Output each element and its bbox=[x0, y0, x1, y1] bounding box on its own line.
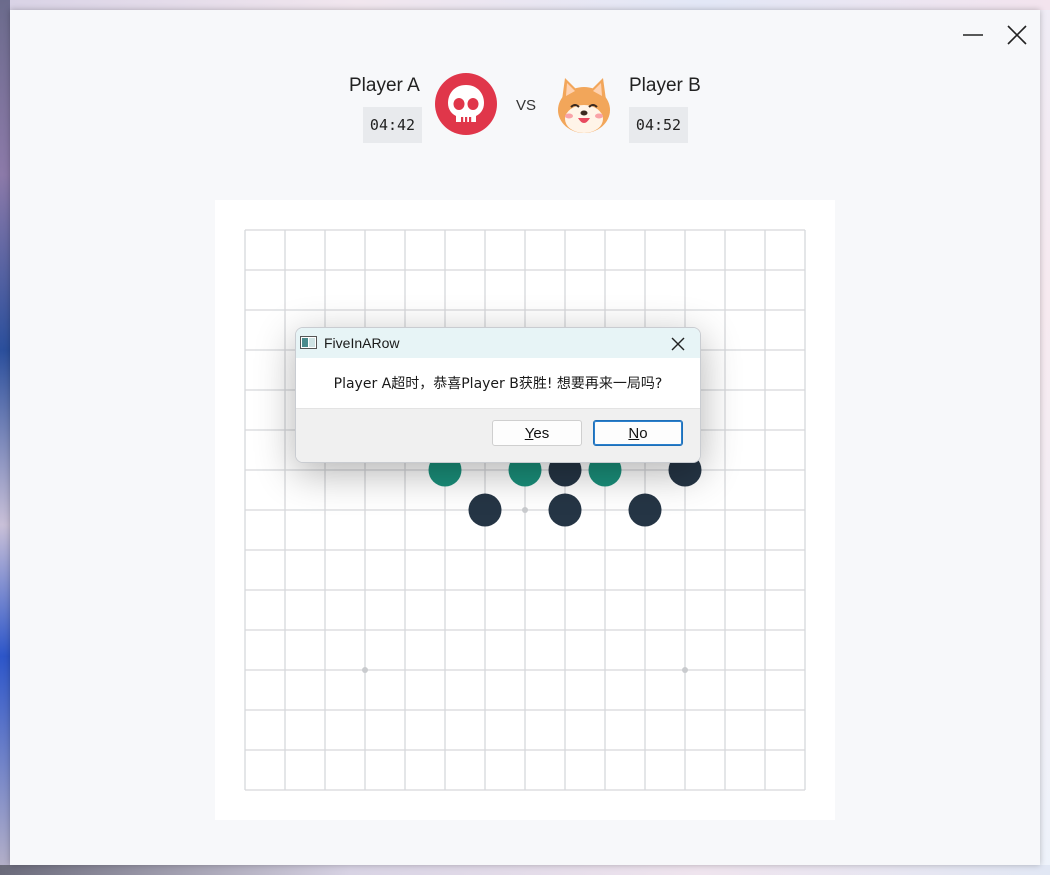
player-b-timer: 04:52 bbox=[629, 107, 688, 143]
star-point bbox=[682, 667, 688, 673]
star-point bbox=[522, 507, 528, 513]
no-button-label: No bbox=[628, 424, 648, 442]
dark-stone bbox=[548, 493, 582, 527]
close-icon bbox=[671, 337, 685, 351]
dialog-button-bar: Yes No bbox=[296, 408, 700, 462]
dark-stone bbox=[628, 493, 662, 527]
shiba-dog-avatar-icon bbox=[558, 78, 610, 133]
close-button[interactable] bbox=[1004, 22, 1030, 48]
red-skull-avatar-icon bbox=[435, 73, 497, 135]
minimize-icon bbox=[963, 34, 983, 36]
player-b-name: Player B bbox=[629, 75, 701, 96]
dialog-close-button[interactable] bbox=[667, 333, 689, 355]
game-over-dialog: FiveInARow Player A超时，恭喜Player B获胜! 想要再来… bbox=[295, 327, 701, 463]
desktop-background-bottom bbox=[0, 865, 1050, 875]
dark-stone bbox=[468, 493, 502, 527]
dialog-message: Player A超时，恭喜Player B获胜! 想要再来一局吗? bbox=[333, 376, 663, 392]
yes-button-label: Yes bbox=[524, 424, 550, 442]
game-board-panel bbox=[215, 200, 835, 820]
dialog-titlebar: FiveInARow bbox=[296, 328, 700, 358]
desktop-background-strip bbox=[0, 0, 10, 875]
yes-button[interactable]: Yes bbox=[492, 420, 582, 446]
gomoku-board[interactable] bbox=[215, 200, 835, 820]
desktop-background-top bbox=[10, 0, 1050, 10]
dialog-title: FiveInARow bbox=[324, 335, 400, 351]
minimize-button[interactable] bbox=[960, 22, 986, 48]
versus-label: VS bbox=[516, 97, 537, 114]
player-a-timer: 04:42 bbox=[363, 107, 422, 143]
close-icon bbox=[1007, 25, 1027, 45]
app-window-icon bbox=[300, 336, 317, 349]
player-a-name: Player A bbox=[349, 75, 420, 96]
no-button[interactable]: No bbox=[593, 420, 683, 446]
star-point bbox=[362, 667, 368, 673]
